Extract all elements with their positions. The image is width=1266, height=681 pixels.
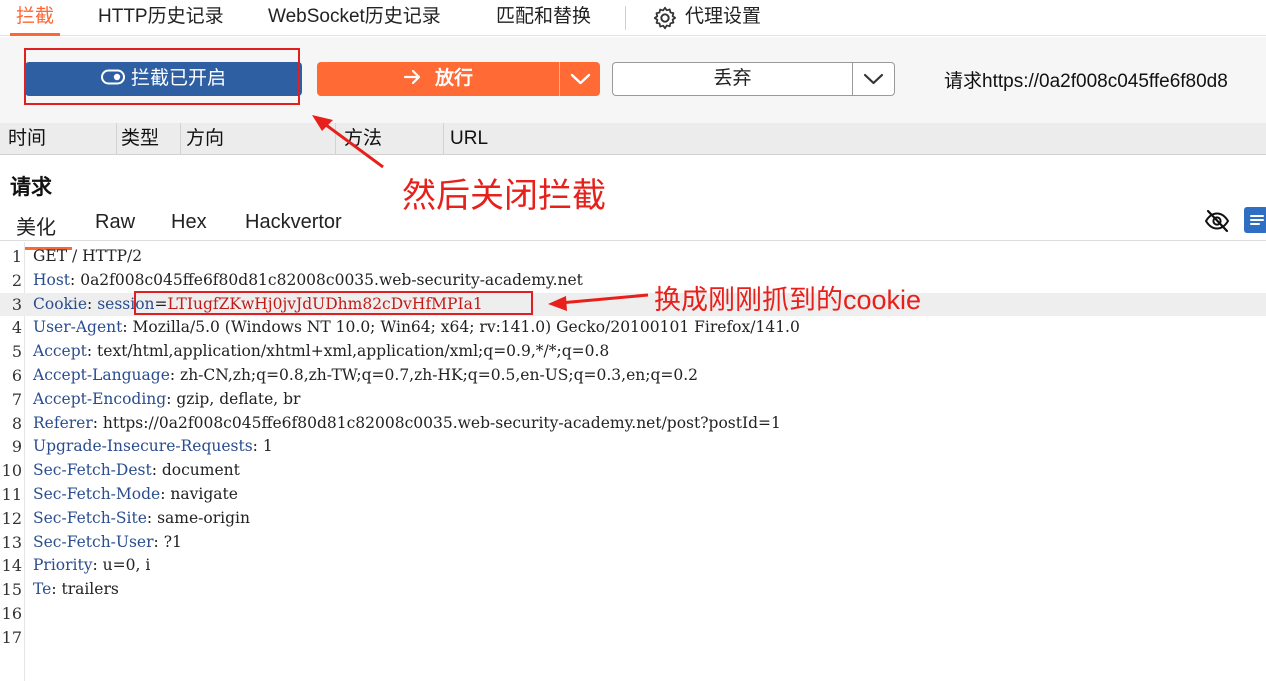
arrow-to-cookie — [548, 293, 649, 311]
annotation-arrows — [312, 115, 649, 311]
arrow-to-intercept-button — [312, 115, 384, 169]
